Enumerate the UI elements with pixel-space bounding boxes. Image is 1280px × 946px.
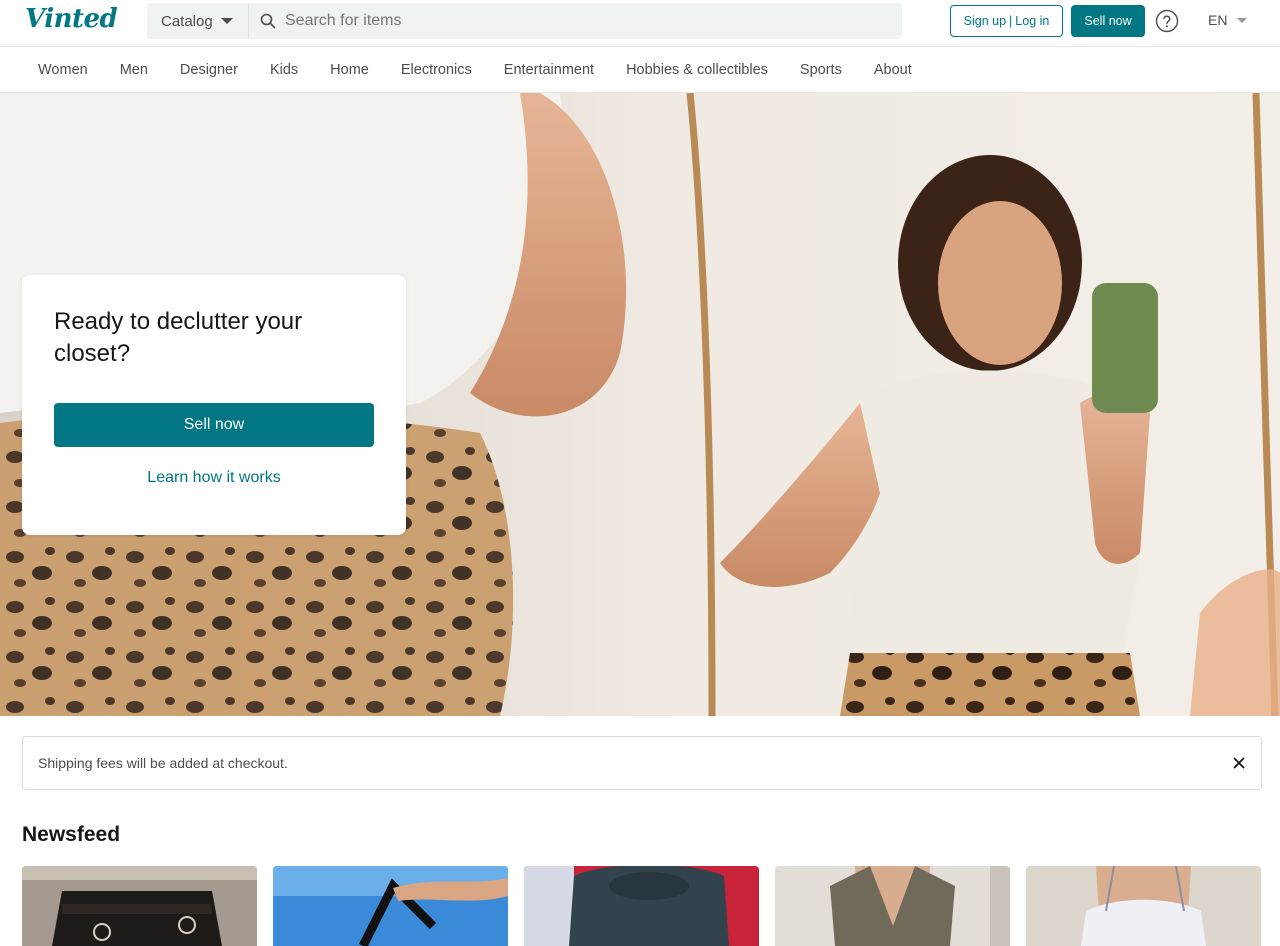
search-icon <box>253 3 283 39</box>
chevron-down-icon <box>220 18 233 24</box>
search-bar: Catalog <box>147 3 902 39</box>
language-selector[interactable]: EN <box>1208 12 1248 28</box>
catalog-dropdown[interactable]: Catalog <box>147 3 249 39</box>
separator: | <box>1009 14 1013 28</box>
chevron-down-icon <box>1237 17 1248 23</box>
sell-now-button[interactable]: Sell now <box>1071 5 1145 37</box>
item-card-lace-camisole[interactable] <box>1026 866 1261 946</box>
login-label: Log in <box>1015 14 1050 28</box>
designer-bag-photo <box>22 866 257 946</box>
nav-item-hobbies[interactable]: Hobbies & collectibles <box>610 62 784 78</box>
top-header: Vinted Catalog Sign up | Log in Sell now… <box>0 0 1280 47</box>
category-nav: Women Men Designer Kids Home Electronics… <box>0 48 1280 93</box>
language-label: EN <box>1208 12 1228 28</box>
newsfeed-title: Newsfeed <box>22 823 121 846</box>
shipping-info-banner: Shipping fees will be added at checkout. <box>22 736 1262 790</box>
lace-camisole-photo <box>1026 866 1261 946</box>
nav-item-home[interactable]: Home <box>314 62 385 78</box>
catalog-label: Catalog <box>161 12 213 30</box>
nav-item-women[interactable]: Women <box>22 62 104 78</box>
nav-item-sports[interactable]: Sports <box>784 62 858 78</box>
halter-vest-photo <box>775 866 1010 946</box>
velvet-top-photo <box>524 866 759 946</box>
nav-item-men[interactable]: Men <box>104 62 164 78</box>
nav-item-electronics[interactable]: Electronics <box>385 62 488 78</box>
item-card-tote-bag[interactable] <box>273 866 508 946</box>
nav-item-entertainment[interactable]: Entertainment <box>488 62 610 78</box>
hero-card: Ready to declutter your closet? Sell now… <box>22 275 406 535</box>
signup-label: Sign up <box>963 14 1007 28</box>
item-card-halter-vest[interactable] <box>775 866 1010 946</box>
close-icon[interactable] <box>1231 755 1247 771</box>
nav-item-kids[interactable]: Kids <box>254 62 314 78</box>
hero-banner: Ready to declutter your closet? Sell now… <box>0 93 1280 716</box>
vinted-logo[interactable]: Vinted <box>25 4 118 34</box>
tote-bag-photo <box>273 866 508 946</box>
nav-item-about[interactable]: About <box>858 62 928 78</box>
learn-how-it-works-link[interactable]: Learn how it works <box>54 469 374 487</box>
nav-item-designer[interactable]: Designer <box>164 62 254 78</box>
item-card-velvet-top[interactable] <box>524 866 759 946</box>
hero-title: Ready to declutter your closet? <box>54 308 303 367</box>
item-card-designer-bag[interactable] <box>22 866 257 946</box>
question-circle-icon[interactable] <box>1155 9 1179 33</box>
signup-login-button[interactable]: Sign up | Log in <box>950 5 1063 37</box>
hero-sell-now-button[interactable]: Sell now <box>54 403 374 447</box>
banner-text: Shipping fees will be added at checkout. <box>38 755 288 771</box>
search-input[interactable] <box>283 3 902 39</box>
